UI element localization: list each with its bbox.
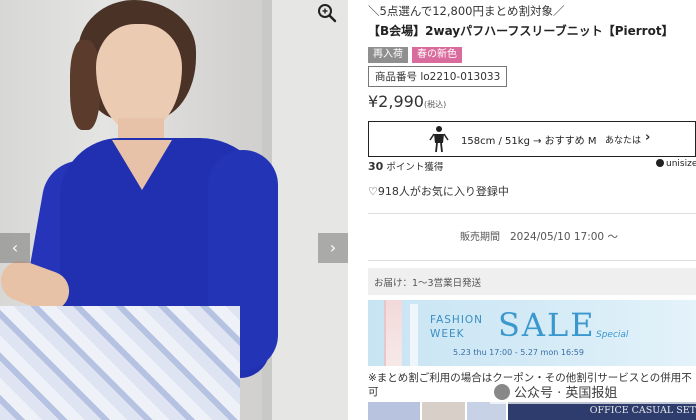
wechat-logo-icon (494, 384, 510, 400)
delivery-info: お届け：1〜3営業日発送 (368, 268, 696, 295)
price: ¥2,990(税込) (368, 92, 446, 111)
bulk-discount-note: ＼5点選んで12,800円まとめ割対象／ (368, 4, 565, 18)
size-you-label: あなたは (605, 136, 642, 146)
product-title: 【B会場】2wayパフハーフスリーブニット【Pierrot】 (368, 24, 674, 38)
sweater-vneck (112, 140, 172, 190)
chevron-left-icon: ‹ (11, 238, 19, 257)
search-icon[interactable] (316, 2, 338, 24)
related-thumbnail[interactable] (466, 402, 506, 420)
size-recommendation-text: 158cm / 51kg → おすすめ M (461, 136, 597, 147)
points-label: ポイント獲得 (386, 162, 444, 173)
person-icon (429, 126, 449, 153)
related-thumbnail[interactable] (368, 402, 420, 420)
size-recommendation-button[interactable]: 158cm / 51kg → おすすめ M あなたは › (368, 121, 696, 157)
sale-period-label: 販売期間 (460, 232, 500, 243)
divider (368, 213, 696, 214)
sale-period-value: 2024/05/10 17:00 〜 (510, 231, 618, 243)
tag-restock: 再入荷 (368, 47, 408, 63)
price-value: ¥2,990 (368, 92, 424, 111)
banner-fashion-week: FASHION WEEK (430, 314, 484, 340)
product-info-panel: ＼5点選んで12,800円まとめ割対象／ 【B会場】2wayパフハーフスリーブニ… (360, 0, 696, 420)
banner-sale-dates: 5.23 thu 17:00 - 5.27 mon 16:59 (453, 348, 584, 357)
unisize-icon (656, 159, 664, 167)
chevron-right-icon: › (329, 238, 337, 257)
office-casual-set-banner[interactable]: OFFICE CASUAL SET (507, 402, 696, 420)
product-photo[interactable]: ‹ › (0, 0, 348, 420)
price-tax-note: (税込) (423, 100, 447, 109)
model-hair-strand (70, 40, 100, 130)
watermark: 公众号 · 英国报姐 (490, 384, 696, 404)
banner-sale-text: SALE (498, 306, 596, 344)
sale-period: 販売期間 2024/05/10 17:00 〜 (460, 228, 618, 244)
photo-background-wall (270, 0, 348, 420)
banner-clothing-image (408, 304, 418, 366)
gallery-next-button[interactable]: › (318, 233, 348, 263)
product-tags: 再入荷 春の新色 (368, 47, 462, 63)
points-earned: 30 ポイント獲得 (368, 159, 443, 173)
unisize-logo: unisize (656, 159, 696, 169)
banner-clothing-image (384, 300, 402, 366)
favorite-count[interactable]: ♡918人がお気に入り登録中 (368, 183, 509, 199)
fashion-week-sale-banner[interactable]: FASHION WEEK SALE Special 5.23 thu 17:00… (368, 300, 696, 366)
divider (368, 260, 696, 261)
tag-spring-color: 春の新色 (412, 47, 462, 63)
related-thumbnail[interactable] (421, 402, 465, 420)
product-code: 商品番号 lo2210-013033 (368, 66, 508, 87)
floral-skirt (0, 306, 240, 420)
banner-special-text: Special (596, 330, 629, 340)
related-banners[interactable]: OFFICE CASUAL SET (368, 402, 696, 420)
chevron-right-icon: › (645, 130, 651, 145)
points-value: 30 (368, 160, 384, 173)
gallery-prev-button[interactable]: ‹ (0, 233, 30, 263)
